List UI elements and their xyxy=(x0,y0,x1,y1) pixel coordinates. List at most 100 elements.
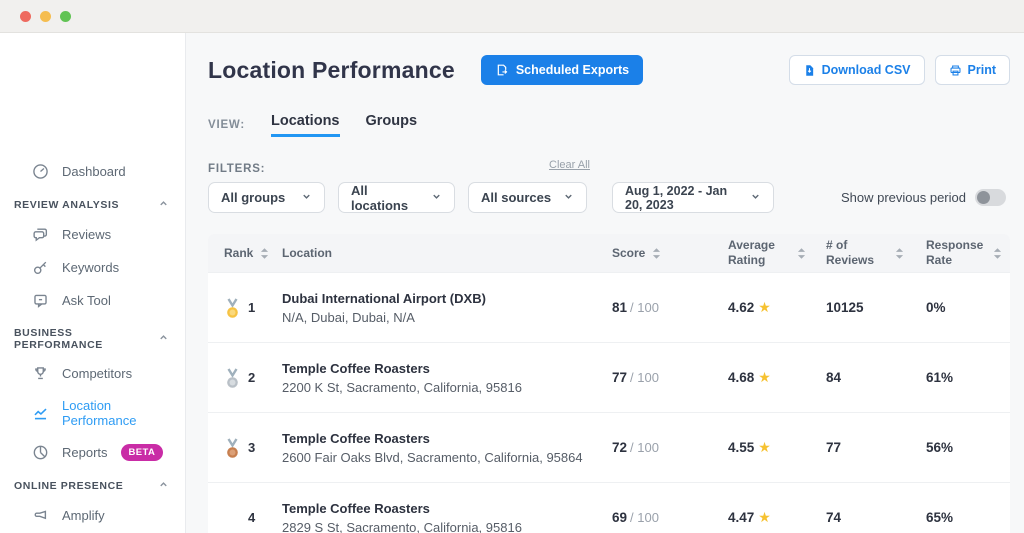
beta-badge: BETA xyxy=(120,444,164,461)
sort-icon[interactable] xyxy=(652,247,661,260)
sidebar-item-location-performance[interactable]: Location Performance xyxy=(0,390,185,436)
sort-icon[interactable] xyxy=(895,247,904,260)
chevron-up-icon xyxy=(158,479,169,493)
view-label: VIEW: xyxy=(208,119,246,131)
chevron-down-icon xyxy=(557,190,574,205)
response-rate: 61% xyxy=(926,370,954,385)
location-name: Temple Coffee Roasters xyxy=(282,360,430,376)
locations-filter-dropdown[interactable]: All locations xyxy=(338,182,455,213)
chevron-up-icon xyxy=(158,332,169,346)
line-chart-icon xyxy=(32,405,49,422)
star-icon: ★ xyxy=(758,438,771,455)
download-csv-button[interactable]: Download CSV xyxy=(788,55,925,85)
sidebar-item-keywords[interactable]: Keywords xyxy=(0,251,185,284)
column-header-num-reviews[interactable]: # of Reviews xyxy=(826,238,926,268)
score-denominator: / 100 xyxy=(630,299,659,315)
rank-value: 3 xyxy=(248,440,256,455)
table-row[interactable]: 3 Temple Coffee Roasters 2600 Fair Oaks … xyxy=(208,412,1010,482)
minimize-window-button[interactable] xyxy=(40,10,51,22)
star-icon: ★ xyxy=(758,368,771,385)
table-row[interactable]: 4 Temple Coffee Roasters 2829 S St, Sacr… xyxy=(208,482,1010,533)
location-address: 2829 S St, Sacramento, California, 95816 xyxy=(282,519,522,533)
sidebar-section-business-performance[interactable]: BUSINESS PERFORMANCE xyxy=(0,317,185,357)
show-previous-period-label: Show previous period xyxy=(840,190,966,205)
show-previous-period-toggle[interactable] xyxy=(975,189,1006,206)
star-icon: ★ xyxy=(758,298,771,315)
rank-value: 2 xyxy=(248,370,256,385)
sidebar-item-competitors[interactable]: Competitors xyxy=(0,357,185,390)
toggle-knob xyxy=(977,191,990,204)
close-window-button[interactable] xyxy=(20,10,31,22)
date-range-dropdown[interactable]: Aug 1, 2022 - Jan 20, 2023 xyxy=(612,182,774,213)
gauge-icon xyxy=(32,163,49,180)
window-titlebar xyxy=(0,0,1024,33)
sort-icon[interactable] xyxy=(260,247,269,260)
column-header-location[interactable]: Location xyxy=(282,246,612,260)
score-value: 77 xyxy=(612,369,628,385)
reviews-count: 10125 xyxy=(826,300,864,315)
gold-medal-icon xyxy=(224,297,241,319)
column-header-average-rating[interactable]: Average Rating xyxy=(728,238,826,268)
silver-medal-icon xyxy=(224,367,241,389)
clear-all-link[interactable]: Clear All xyxy=(549,159,590,171)
sidebar-item-label: Amplify xyxy=(62,508,105,523)
column-header-rank[interactable]: Rank xyxy=(208,246,282,260)
table-row[interactable]: 1 Dubai International Airport (DXB) N/A,… xyxy=(208,272,1010,342)
tab-groups[interactable]: Groups xyxy=(366,113,418,137)
column-header-response-rate[interactable]: Response Rate xyxy=(926,238,1010,268)
sidebar-item-reviews[interactable]: Reviews xyxy=(0,218,185,251)
sort-icon[interactable] xyxy=(993,247,1002,260)
sidebar-item-reports[interactable]: Reports BETA xyxy=(0,436,185,469)
sidebar-item-label: Keywords xyxy=(62,260,120,275)
sidebar: Dashboard REVIEW ANALYSIS Reviews Keywor… xyxy=(0,33,186,533)
locations-table: Rank Location Score Average Rating # of … xyxy=(208,234,1010,533)
score-denominator: / 100 xyxy=(630,369,659,385)
score-value: 69 xyxy=(612,509,628,525)
zoom-window-button[interactable] xyxy=(60,10,71,22)
sources-filter-dropdown[interactable]: All sources xyxy=(468,182,587,213)
key-icon xyxy=(32,259,49,276)
sidebar-item-dashboard[interactable]: Dashboard xyxy=(0,155,185,188)
sidebar-item-label: Ask Tool xyxy=(62,293,111,308)
chevron-down-icon xyxy=(744,191,761,205)
print-button[interactable]: Print xyxy=(934,55,1010,85)
rank-value: 1 xyxy=(248,300,256,315)
column-header-score[interactable]: Score xyxy=(612,246,728,260)
sidebar-section-online-presence[interactable]: ONLINE PRESENCE xyxy=(0,469,185,499)
table-header-row: Rank Location Score Average Rating # of … xyxy=(208,234,1010,272)
ask-bubble-icon xyxy=(32,292,49,309)
chevron-up-icon xyxy=(158,198,169,212)
sidebar-item-label: Reviews xyxy=(62,227,112,242)
sidebar-item-ask-tool[interactable]: Ask Tool xyxy=(0,284,185,317)
tab-locations[interactable]: Locations xyxy=(271,113,340,137)
rating-value: 4.47 xyxy=(728,509,755,525)
score-value: 81 xyxy=(612,299,628,315)
filters-label: FILTERS: xyxy=(208,163,266,175)
sidebar-section-review-analysis[interactable]: REVIEW ANALYSIS xyxy=(0,188,185,218)
table-row[interactable]: 2 Temple Coffee Roasters 2200 K St, Sacr… xyxy=(208,342,1010,412)
chevron-down-icon xyxy=(295,190,312,205)
score-denominator: / 100 xyxy=(630,509,659,525)
trophy-icon xyxy=(32,365,49,382)
scheduled-exports-button[interactable]: Scheduled Exports xyxy=(480,55,644,85)
sidebar-item-amplify[interactable]: Amplify xyxy=(0,499,185,532)
chat-bubbles-icon xyxy=(32,226,49,243)
main-content: Location Performance Scheduled Exports D… xyxy=(186,33,1024,533)
sidebar-item-label: Competitors xyxy=(62,366,133,381)
reviews-count: 84 xyxy=(826,370,842,385)
report-icon xyxy=(32,444,49,461)
star-icon: ★ xyxy=(758,508,771,525)
reviews-count: 77 xyxy=(826,440,842,455)
rank-value: 4 xyxy=(248,510,256,525)
megaphone-icon xyxy=(32,507,49,524)
sidebar-item-label: Reports xyxy=(62,445,108,460)
printer-icon xyxy=(949,64,962,77)
page-title: Location Performance xyxy=(208,56,455,83)
score-denominator: / 100 xyxy=(630,439,659,455)
chevron-down-icon xyxy=(425,190,442,205)
location-name: Dubai International Airport (DXB) xyxy=(282,290,486,306)
rating-value: 4.55 xyxy=(728,439,755,455)
score-value: 72 xyxy=(612,439,628,455)
sort-icon[interactable] xyxy=(797,247,806,260)
groups-filter-dropdown[interactable]: All groups xyxy=(208,182,325,213)
